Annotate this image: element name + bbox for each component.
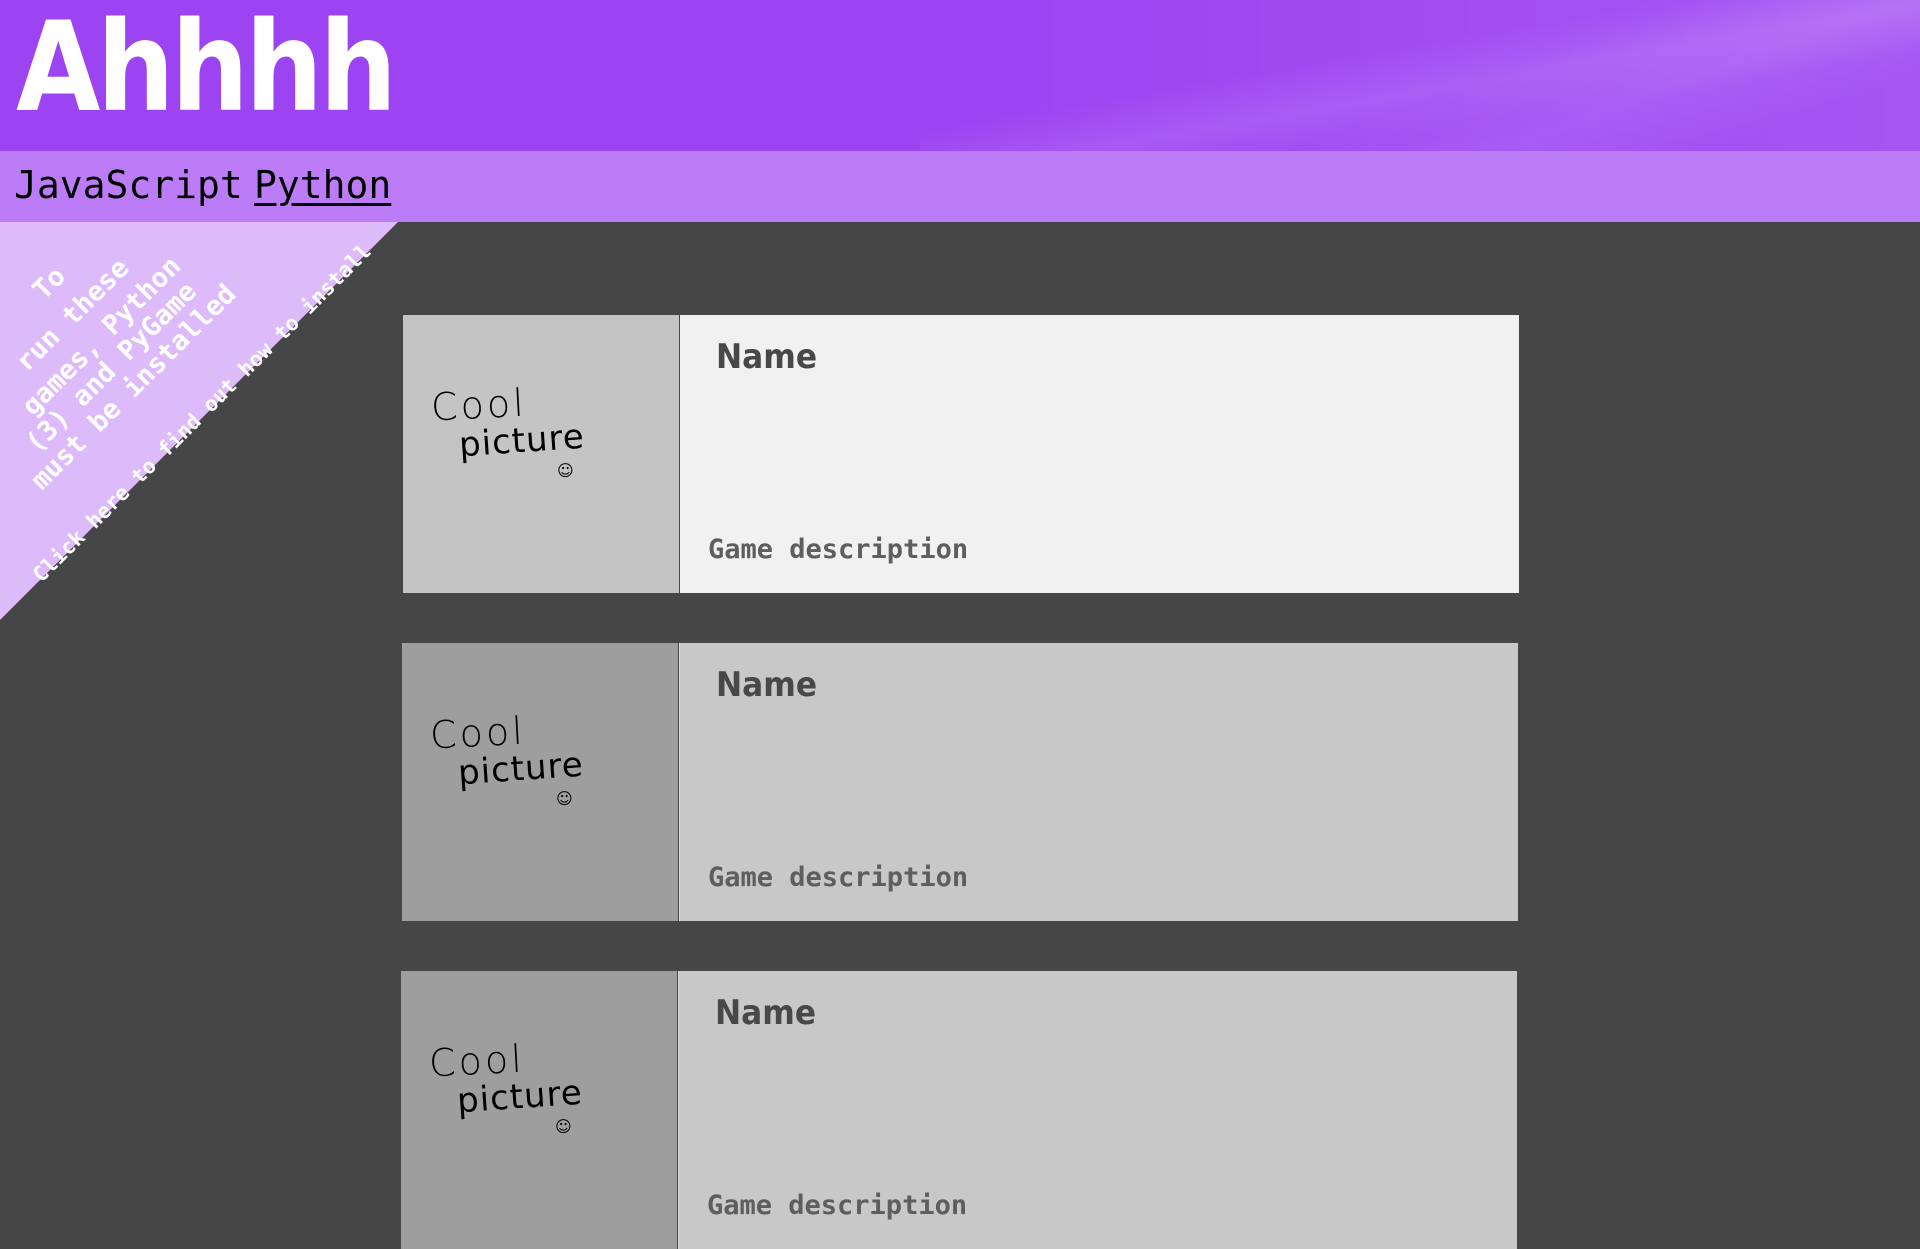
game-description: Game description [708, 862, 969, 893]
game-info: Name Game description [680, 315, 1519, 593]
game-card[interactable]: Cool picture ☺ Name Game description [403, 315, 1519, 593]
game-thumbnail: Cool picture ☺ [401, 971, 677, 1249]
game-name: Name [716, 665, 818, 705]
header-decoration [920, 0, 1920, 151]
site-header: Ahhhh [0, 0, 1920, 151]
game-name: Name [716, 337, 818, 377]
game-thumbnail: Cool picture ☺ [403, 315, 679, 593]
picture-text: picture [456, 744, 586, 794]
smiley-icon: ☺ [555, 1117, 572, 1136]
smiley-icon: ☺ [557, 461, 574, 480]
game-description: Game description [707, 1190, 968, 1221]
smiley-icon: ☺ [556, 789, 573, 808]
game-picture: Cool picture ☺ [430, 381, 586, 483]
install-notice-text: To run these games, Python (3) and PyGam… [0, 222, 398, 620]
language-nav: JavaScript Python [0, 151, 1920, 222]
game-picture: Cool picture ☺ [428, 1037, 584, 1139]
game-info: Name Game description [678, 971, 1517, 1249]
game-card[interactable]: Cool picture ☺ Name Game description [401, 971, 1517, 1249]
nav-link-python[interactable]: Python [254, 164, 391, 207]
game-card[interactable]: Cool picture ☺ Name Game description [402, 643, 1518, 921]
game-description: Game description [708, 534, 969, 565]
game-picture: Cool picture ☺ [429, 709, 585, 811]
game-name: Name [715, 993, 817, 1033]
game-info: Name Game description [679, 643, 1518, 921]
game-thumbnail: Cool picture ☺ [402, 643, 678, 921]
nav-link-javascript[interactable]: JavaScript [14, 164, 243, 207]
site-title: Ahhhh [16, 0, 397, 140]
install-notice-link[interactable]: To run these games, Python (3) and PyGam… [0, 222, 398, 620]
picture-text: picture [457, 416, 587, 466]
